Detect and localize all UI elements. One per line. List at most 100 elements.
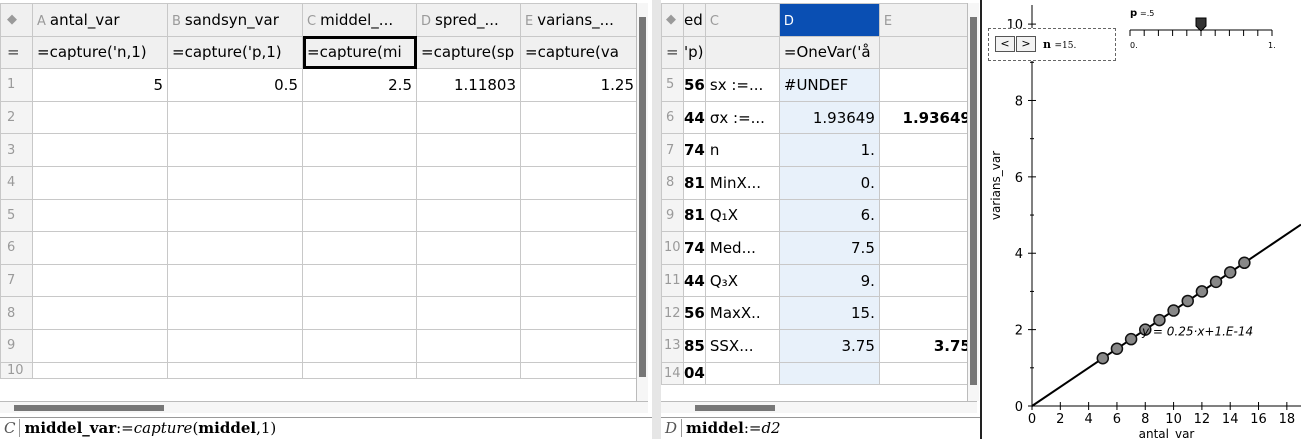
- cell[interactable]: [32, 165, 168, 200]
- entry-line[interactable]: Cmiddel_var:=capture(middel,1): [0, 417, 652, 439]
- cell[interactable]: 74: [683, 231, 706, 265]
- cell[interactable]: [32, 100, 168, 135]
- cell[interactable]: [416, 263, 521, 298]
- cell[interactable]: [302, 133, 417, 167]
- cell[interactable]: [167, 198, 303, 233]
- cell[interactable]: [32, 361, 168, 379]
- cell[interactable]: [878, 361, 976, 385]
- cell[interactable]: 81: [683, 165, 706, 200]
- cell[interactable]: [416, 231, 521, 265]
- cell[interactable]: [520, 296, 639, 330]
- cell[interactable]: [416, 198, 521, 233]
- cell[interactable]: MinX...: [704, 165, 780, 200]
- cell[interactable]: 56: [683, 296, 706, 330]
- cell[interactable]: 1.93649: [878, 100, 976, 135]
- column-header-a[interactable]: Aantal_var: [32, 3, 168, 37]
- column-header-d[interactable]: Dspred_...: [416, 3, 521, 37]
- cell[interactable]: [704, 361, 780, 385]
- cell[interactable]: [878, 165, 976, 200]
- cell[interactable]: [302, 165, 417, 200]
- cell[interactable]: [520, 328, 639, 363]
- horizontal-scrollbar[interactable]: [661, 401, 977, 413]
- cell[interactable]: [32, 296, 168, 330]
- cell[interactable]: [167, 296, 303, 330]
- cell[interactable]: 1.: [778, 133, 880, 167]
- formula-cell-b[interactable]: =capture('p,1): [167, 35, 303, 70]
- vertical-scrollbar[interactable]: [636, 3, 648, 401]
- cell[interactable]: 6.: [778, 198, 880, 233]
- cell[interactable]: 04: [683, 361, 706, 385]
- cell[interactable]: 9.: [778, 263, 880, 298]
- cell[interactable]: [32, 198, 168, 233]
- cell[interactable]: [302, 263, 417, 298]
- cell[interactable]: MaxX..: [704, 296, 780, 330]
- cell[interactable]: [520, 165, 639, 200]
- cell[interactable]: [416, 296, 521, 330]
- cell[interactable]: [32, 133, 168, 167]
- cell[interactable]: 81: [683, 198, 706, 233]
- cell[interactable]: [520, 361, 639, 379]
- cell[interactable]: sx :=...: [704, 68, 780, 102]
- cell[interactable]: [416, 165, 521, 200]
- cell[interactable]: [520, 231, 639, 265]
- cell[interactable]: 3.75: [878, 328, 976, 363]
- cell[interactable]: SSX...: [704, 328, 780, 363]
- cell[interactable]: 44: [683, 263, 706, 298]
- pin-icon[interactable]: ◆: [661, 3, 684, 37]
- cell[interactable]: [878, 263, 976, 298]
- scroll-thumb[interactable]: [695, 405, 775, 411]
- cell-a1[interactable]: 5: [32, 68, 168, 102]
- formula-cell-d[interactable]: =capture(sp: [416, 35, 521, 70]
- cell[interactable]: #UNDEF: [778, 68, 880, 102]
- cell[interactable]: [416, 328, 521, 363]
- entry-line[interactable]: Dmiddel:=d2: [661, 417, 980, 439]
- cell[interactable]: [302, 361, 417, 379]
- cell[interactable]: [520, 198, 639, 233]
- cell[interactable]: 74: [683, 133, 706, 167]
- column-header-e[interactable]: E: [878, 3, 976, 37]
- cell[interactable]: 1.93649: [778, 100, 880, 135]
- slider-next-button[interactable]: >: [1016, 36, 1036, 52]
- cell[interactable]: [416, 100, 521, 135]
- pin-icon[interactable]: ◆: [0, 3, 33, 37]
- cell-e1[interactable]: 1.25: [520, 68, 639, 102]
- cell[interactable]: 85: [683, 328, 706, 363]
- cell[interactable]: [878, 198, 976, 233]
- formula-cell-b[interactable]: 'p): [683, 35, 706, 70]
- scatter-plot[interactable]: 0 2 4 6 8 10 12 14 16 180246810antal_varvarians_v…: [982, 0, 1301, 439]
- cell[interactable]: [302, 198, 417, 233]
- column-header-b[interactable]: Bsandsyn_var: [167, 3, 303, 37]
- cell[interactable]: [878, 296, 976, 330]
- cell[interactable]: [32, 263, 168, 298]
- formula-cell-d[interactable]: =OneVar('å: [778, 35, 880, 70]
- cell[interactable]: [302, 231, 417, 265]
- cell-c1[interactable]: 2.5: [302, 68, 417, 102]
- formula-cell-e[interactable]: [878, 35, 976, 70]
- cell[interactable]: 44: [683, 100, 706, 135]
- cell[interactable]: [167, 361, 303, 379]
- cell[interactable]: [520, 263, 639, 298]
- cell-b1[interactable]: 0.5: [167, 68, 303, 102]
- vertical-scrollbar[interactable]: [967, 3, 979, 401]
- cell[interactable]: 3.75: [778, 328, 880, 363]
- cell[interactable]: [878, 133, 976, 167]
- horizontal-scrollbar[interactable]: [0, 401, 648, 413]
- cell[interactable]: 15.: [778, 296, 880, 330]
- cell[interactable]: [32, 328, 168, 363]
- column-header-c[interactable]: Cmiddel_...: [302, 3, 417, 37]
- cell[interactable]: [878, 68, 976, 102]
- cell[interactable]: [302, 100, 417, 135]
- column-header-d[interactable]: D: [778, 3, 880, 37]
- cell[interactable]: [167, 165, 303, 200]
- cell[interactable]: [167, 133, 303, 167]
- cell[interactable]: [520, 133, 639, 167]
- cell[interactable]: [416, 361, 521, 379]
- cell[interactable]: 56: [683, 68, 706, 102]
- cell[interactable]: n: [704, 133, 780, 167]
- scroll-thumb[interactable]: [14, 405, 164, 411]
- cell[interactable]: [167, 328, 303, 363]
- cell[interactable]: 7.5: [778, 231, 880, 265]
- cell[interactable]: [167, 231, 303, 265]
- cell[interactable]: [302, 296, 417, 330]
- scroll-thumb[interactable]: [970, 17, 977, 385]
